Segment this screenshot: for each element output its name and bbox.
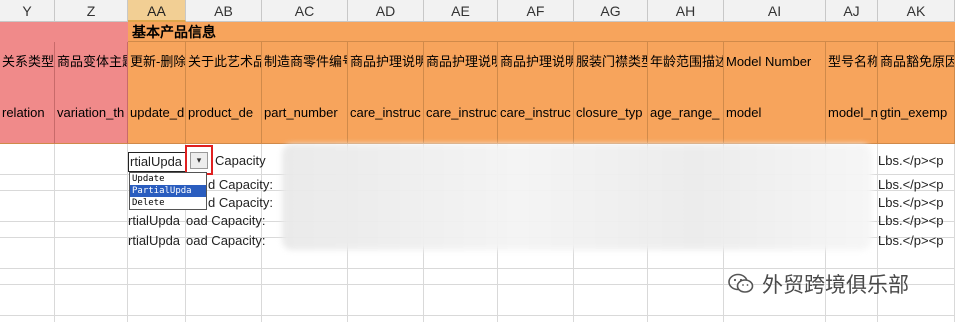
field-model[interactable]: model [724,82,826,144]
field-care-1[interactable]: care_instruc [348,82,424,144]
label-gtin-exempt[interactable]: 商品豁免原因 [878,42,955,82]
col-header-y[interactable]: Y [0,0,55,22]
cell-ab-row5[interactable]: oad Capacity: [186,233,283,251]
watermark: 外贸跨境俱乐部 [728,270,909,298]
label-age-range[interactable]: 年龄范围描述 [648,42,724,82]
col-header-aa[interactable]: AA [128,0,186,22]
col-header-ag[interactable]: AG [574,0,648,22]
watermark-text: 外贸跨境俱乐部 [762,274,909,297]
cell-ak-row3[interactable]: Lbs.</p><p [878,195,955,213]
col-header-ak[interactable]: AK [878,0,955,22]
label-care-2[interactable]: 商品护理说明 [424,42,498,82]
cell-aa-row5[interactable]: rtialUpda [128,233,186,251]
dropdown-option-partialupdate[interactable]: PartialUpda [130,185,206,197]
cell-ab-row4[interactable]: oad Capacity: [186,213,283,231]
label-care-3[interactable]: 商品护理说明 [498,42,574,82]
label-model-number[interactable]: Model Number [724,42,826,82]
field-model-name[interactable]: model_n [826,82,878,144]
col-header-ab[interactable]: AB [186,0,262,22]
cell-ak-row1[interactable]: Lbs.</p><p [878,153,955,171]
title-band-left [0,22,128,42]
cell-ak-row2[interactable]: Lbs.</p><p [878,177,955,195]
label-relation[interactable]: 关系类型 [0,42,55,82]
label-care-1[interactable]: 商品护理说明 [348,42,424,82]
field-care-2[interactable]: care_instruc [424,82,498,144]
field-care-3[interactable]: care_instruc [498,82,574,144]
field-update-delete[interactable]: update_d [128,82,186,144]
cell-ak-row5[interactable]: Lbs.</p><p [878,233,955,251]
cell-aa-row4[interactable]: rtialUpda [128,213,186,231]
field-age-range[interactable]: age_range_ [648,82,724,144]
label-product-desc[interactable]: 关于此艺术品 [186,42,262,82]
cell-ak-row4[interactable]: Lbs.</p><p [878,213,955,231]
label-closure[interactable]: 服装门襟类型 [574,42,648,82]
col-header-ah[interactable]: AH [648,0,724,22]
col-header-ai[interactable]: AI [724,0,826,22]
dropdown-highlight-box [185,145,213,175]
section-title[interactable]: 基本产品信息 [128,22,955,42]
label-update-delete[interactable]: 更新-删除 [128,42,186,82]
cell-ab-row2[interactable]: d Capacity: [208,177,283,195]
wechat-icon [728,273,754,293]
col-header-aj[interactable]: AJ [826,0,878,22]
cell-ab-row3[interactable]: d Capacity: [208,195,283,213]
dropdown-list[interactable]: Update PartialUpda Delete [129,172,207,210]
label-part-number[interactable]: 制造商零件编号 [262,42,348,82]
cell-aa-row1[interactable]: rtialUpda [128,152,186,172]
field-closure[interactable]: closure_typ [574,82,648,144]
field-part-number[interactable]: part_number [262,82,348,144]
field-relation[interactable]: relation [0,82,55,144]
label-variation[interactable]: 商品变体主题 [55,42,128,82]
dropdown-option-delete[interactable]: Delete [130,197,206,209]
field-gtin-exempt[interactable]: gtin_exemp [878,82,955,144]
field-product-desc[interactable]: product_de [186,82,262,144]
label-model-name[interactable]: 型号名称 [826,42,878,82]
dropdown-option-update[interactable]: Update [130,173,206,185]
col-header-ac[interactable]: AC [262,0,348,22]
col-header-af[interactable]: AF [498,0,574,22]
spreadsheet: Y Z AA AB AC AD AE AF AG AH AI AJ AK 基本产… [0,0,955,322]
col-header-z[interactable]: Z [55,0,128,22]
col-header-ad[interactable]: AD [348,0,424,22]
field-variation[interactable]: variation_th [55,82,128,144]
cell-ab-row1[interactable]: Capacity [215,153,283,171]
redacted-area [282,144,872,250]
col-header-ae[interactable]: AE [424,0,498,22]
